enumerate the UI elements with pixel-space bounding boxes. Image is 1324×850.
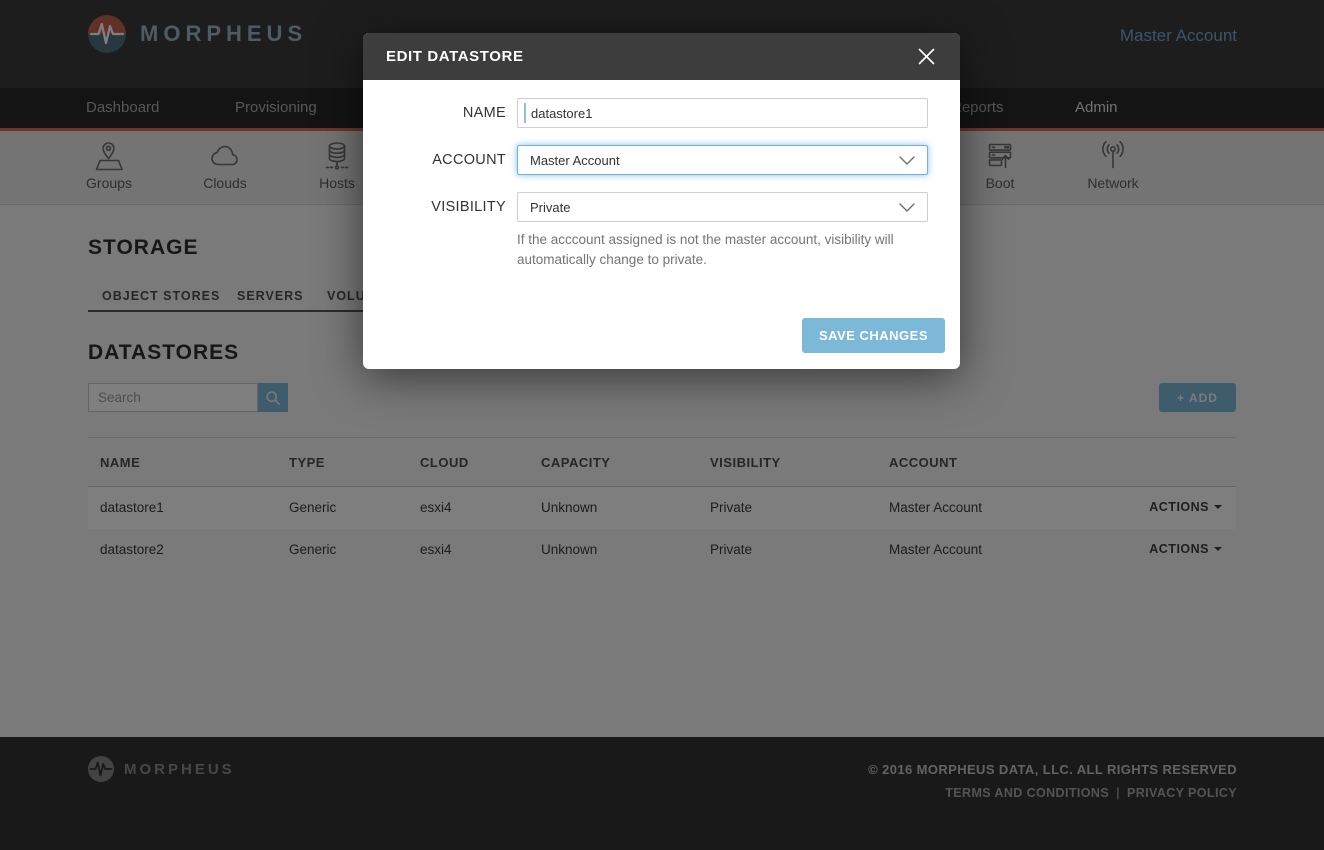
account-select[interactable]: Master Account [517,145,928,175]
visibility-select[interactable]: Private [517,192,928,222]
visibility-select-value: Private [530,200,570,215]
visibility-field-row: VISIBILITY Private [385,192,938,222]
visibility-label: VISIBILITY [385,192,517,222]
edit-datastore-modal: EDIT DATASTORE NAME ACCOUNT Master Accou… [363,33,960,369]
account-label: ACCOUNT [385,145,517,175]
save-changes-button[interactable]: SAVE CHANGES [802,318,945,353]
name-label: NAME [385,98,517,128]
account-select-value: Master Account [530,153,620,168]
visibility-help-text: If the acccount assigned is not the mast… [517,230,921,270]
name-field-row: NAME [385,98,938,128]
modal-title: EDIT DATASTORE [386,48,916,65]
close-button[interactable] [916,46,937,67]
modal-header: EDIT DATASTORE [363,33,960,80]
chevron-down-icon [899,203,915,212]
text-caret [524,103,526,123]
modal-body: NAME ACCOUNT Master Account VISIBILITY [363,80,960,270]
account-field-row: ACCOUNT Master Account [385,145,938,175]
close-icon [918,53,935,68]
name-input[interactable] [517,98,928,128]
chevron-down-icon [899,156,915,165]
